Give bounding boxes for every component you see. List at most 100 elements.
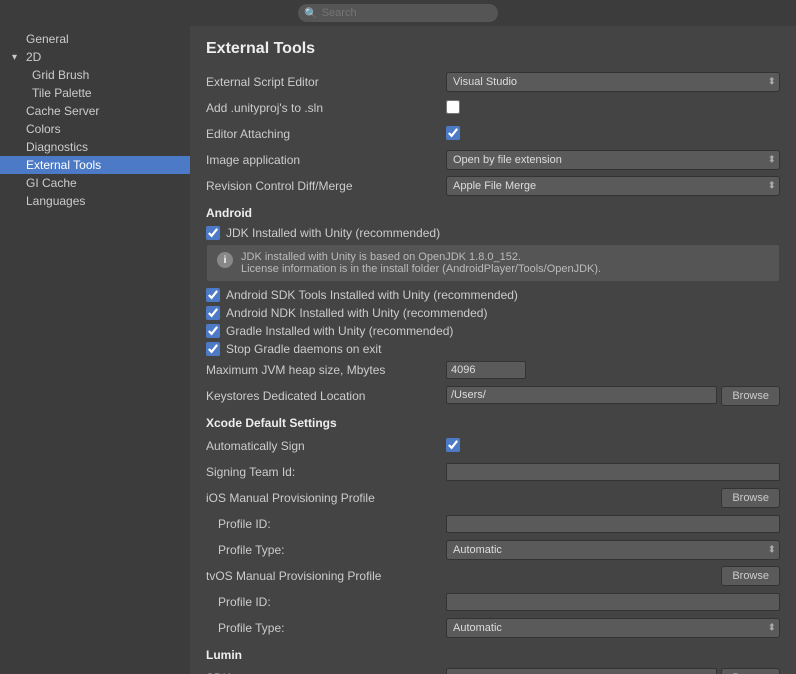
ndk-checkbox[interactable] bbox=[206, 306, 220, 320]
auto-sign-label: Automatically Sign bbox=[206, 439, 446, 453]
tvos-profile-control: Browse bbox=[446, 566, 780, 586]
jdk-checkbox[interactable] bbox=[206, 226, 220, 240]
tvos-browse-row: Browse bbox=[446, 566, 780, 586]
ios-profile-type-row: Profile Type: Automatic Development Dist… bbox=[206, 540, 780, 560]
lumin-sdk-browse-button[interactable]: Browse bbox=[721, 668, 780, 674]
tvos-profile-type-select[interactable]: Automatic Development Distribution bbox=[446, 618, 780, 638]
ndk-row: Android NDK Installed with Unity (recomm… bbox=[206, 306, 780, 320]
tvos-profile-row: tvOS Manual Provisioning Profile Browse bbox=[206, 566, 780, 586]
keystores-input-browse: Browse bbox=[446, 386, 780, 406]
sidebar-item-tile-palette[interactable]: Tile Palette bbox=[0, 84, 190, 102]
max-jvm-control bbox=[446, 361, 780, 379]
stop-gradle-row: Stop Gradle daemons on exit bbox=[206, 342, 780, 356]
revision-select[interactable]: Apple File Merge bbox=[446, 176, 780, 196]
arrow-2d: ▾ bbox=[12, 52, 22, 63]
lumin-sdk-input-browse: Browse bbox=[446, 668, 780, 674]
add-unity-row: Add .unityproj's to .sln bbox=[206, 98, 780, 118]
sidebar-label-grid-brush: Grid Brush bbox=[32, 68, 89, 82]
image-app-select-wrapper: Open by file extension bbox=[446, 150, 780, 170]
search-input[interactable] bbox=[322, 7, 492, 19]
sidebar-label-colors: Colors bbox=[26, 122, 61, 136]
image-app-select[interactable]: Open by file extension bbox=[446, 150, 780, 170]
sidebar-label-languages: Languages bbox=[26, 194, 85, 208]
sidebar-item-2d[interactable]: ▾ 2D bbox=[0, 48, 190, 66]
keystores-browse-button[interactable]: Browse bbox=[721, 386, 780, 406]
gradle-row: Gradle Installed with Unity (recommended… bbox=[206, 324, 780, 338]
tvos-browse-button[interactable]: Browse bbox=[721, 566, 780, 586]
editor-attaching-row: Editor Attaching bbox=[206, 124, 780, 144]
sidebar-item-external-tools[interactable]: External Tools bbox=[0, 156, 190, 174]
ios-profile-row: iOS Manual Provisioning Profile Browse bbox=[206, 488, 780, 508]
search-container: 🔍 bbox=[298, 4, 498, 22]
tvos-profile-id-label: Profile ID: bbox=[206, 595, 446, 609]
jdk-info-text: JDK installed with Unity is based on Ope… bbox=[241, 251, 601, 275]
ios-profile-id-input[interactable] bbox=[446, 515, 780, 533]
tvos-profile-type-label: Profile Type: bbox=[206, 621, 446, 635]
signing-team-input[interactable] bbox=[446, 463, 780, 481]
max-jvm-label: Maximum JVM heap size, Mbytes bbox=[206, 363, 446, 377]
gradle-checkbox[interactable] bbox=[206, 324, 220, 338]
ios-profile-label: iOS Manual Provisioning Profile bbox=[206, 491, 446, 505]
ndk-label: Android NDK Installed with Unity (recomm… bbox=[226, 306, 487, 320]
info-icon: i bbox=[217, 252, 233, 268]
ios-profile-control: Browse bbox=[446, 488, 780, 508]
tvos-profile-type-select-wrapper: Automatic Development Distribution bbox=[446, 618, 780, 638]
sidebar: General ▾ 2D Grid Brush Tile Palette Cac… bbox=[0, 26, 190, 674]
sidebar-label-gi-cache: GI Cache bbox=[26, 176, 77, 190]
sidebar-label-external-tools: External Tools bbox=[26, 158, 101, 172]
script-editor-select-wrapper: Visual Studio MonoDevelop Visual Studio … bbox=[446, 72, 780, 92]
sidebar-label-tile-palette: Tile Palette bbox=[32, 86, 92, 100]
main-layout: General ▾ 2D Grid Brush Tile Palette Cac… bbox=[0, 26, 796, 674]
editor-attaching-checkbox[interactable] bbox=[446, 126, 460, 140]
ios-profile-type-select[interactable]: Automatic Development Distribution bbox=[446, 540, 780, 560]
sdk-row: Android SDK Tools Installed with Unity (… bbox=[206, 288, 780, 302]
sidebar-item-grid-brush[interactable]: Grid Brush bbox=[0, 66, 190, 84]
jdk-info-box: i JDK installed with Unity is based on O… bbox=[206, 244, 780, 282]
search-icon: 🔍 bbox=[304, 7, 318, 20]
signing-team-row: Signing Team Id: bbox=[206, 462, 780, 482]
keystores-control: Browse bbox=[446, 386, 780, 406]
sdk-label: Android SDK Tools Installed with Unity (… bbox=[226, 288, 518, 302]
xcode-header: Xcode Default Settings bbox=[206, 416, 780, 430]
editor-attaching-control bbox=[446, 126, 780, 143]
keystores-label: Keystores Dedicated Location bbox=[206, 389, 446, 403]
ios-browse-button[interactable]: Browse bbox=[721, 488, 780, 508]
tvos-profile-type-control: Automatic Development Distribution bbox=[446, 618, 780, 638]
script-editor-select[interactable]: Visual Studio MonoDevelop Visual Studio … bbox=[446, 72, 780, 92]
stop-gradle-label: Stop Gradle daemons on exit bbox=[226, 342, 381, 356]
sidebar-item-gi-cache[interactable]: GI Cache bbox=[0, 174, 190, 192]
ios-profile-type-label: Profile Type: bbox=[206, 543, 446, 557]
ios-profile-id-label: Profile ID: bbox=[206, 517, 446, 531]
image-app-label: Image application bbox=[206, 153, 446, 167]
sidebar-label-2d: 2D bbox=[26, 50, 41, 64]
keystores-input[interactable] bbox=[446, 386, 717, 404]
sidebar-item-cache-server[interactable]: Cache Server bbox=[0, 102, 190, 120]
tvos-profile-label: tvOS Manual Provisioning Profile bbox=[206, 569, 446, 583]
sidebar-item-diagnostics[interactable]: Diagnostics bbox=[0, 138, 190, 156]
stop-gradle-checkbox[interactable] bbox=[206, 342, 220, 356]
top-bar: 🔍 bbox=[0, 0, 796, 26]
sidebar-label-general: General bbox=[26, 32, 69, 46]
lumin-header: Lumin bbox=[206, 648, 780, 662]
max-jvm-input[interactable] bbox=[446, 361, 526, 379]
add-unity-checkbox[interactable] bbox=[446, 100, 460, 114]
sidebar-item-languages[interactable]: Languages bbox=[0, 192, 190, 210]
lumin-sdk-input[interactable] bbox=[446, 668, 717, 674]
tvos-profile-id-input[interactable] bbox=[446, 593, 780, 611]
keystores-row: Keystores Dedicated Location Browse bbox=[206, 386, 780, 406]
revision-control: Apple File Merge bbox=[446, 176, 780, 196]
add-unity-control bbox=[446, 100, 780, 117]
revision-label: Revision Control Diff/Merge bbox=[206, 179, 446, 193]
revision-row: Revision Control Diff/Merge Apple File M… bbox=[206, 176, 780, 196]
auto-sign-row: Automatically Sign bbox=[206, 436, 780, 456]
script-editor-control: Visual Studio MonoDevelop Visual Studio … bbox=[446, 72, 780, 92]
sidebar-label-diagnostics: Diagnostics bbox=[26, 140, 88, 154]
content-area: External Tools External Script Editor Vi… bbox=[190, 26, 796, 674]
sidebar-item-colors[interactable]: Colors bbox=[0, 120, 190, 138]
auto-sign-checkbox[interactable] bbox=[446, 438, 460, 452]
sdk-checkbox[interactable] bbox=[206, 288, 220, 302]
image-app-row: Image application Open by file extension bbox=[206, 150, 780, 170]
script-editor-row: External Script Editor Visual Studio Mon… bbox=[206, 72, 780, 92]
page-title: External Tools bbox=[206, 40, 780, 58]
sidebar-item-general[interactable]: General bbox=[0, 30, 190, 48]
